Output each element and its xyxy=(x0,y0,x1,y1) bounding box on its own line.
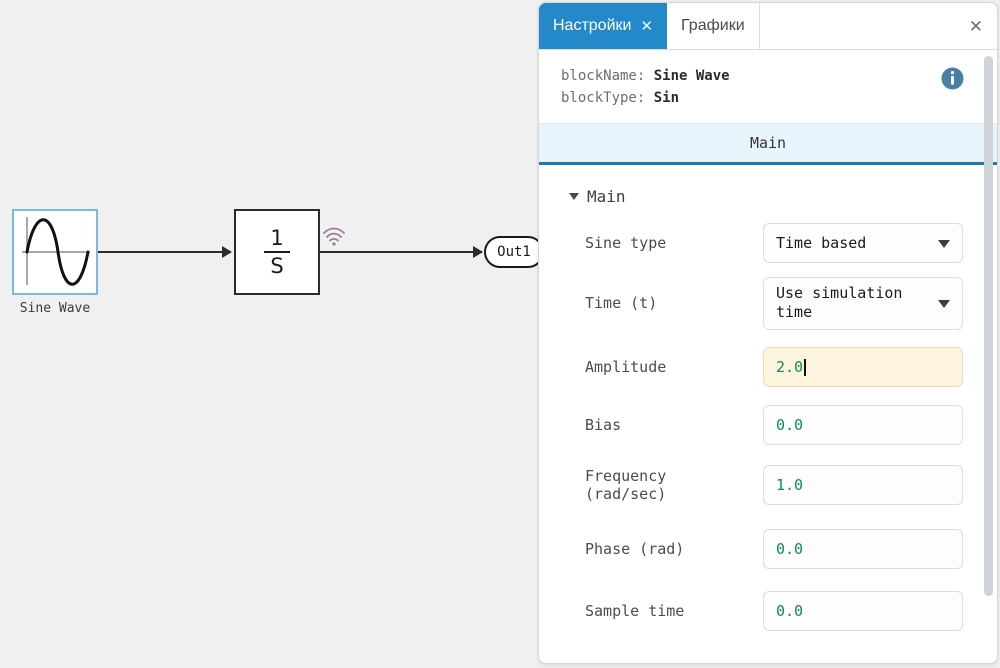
bias-value: 0.0 xyxy=(776,415,804,434)
block-out1-label: Out1 xyxy=(497,244,531,260)
scrollbar-thumb[interactable] xyxy=(984,56,993,596)
field-control-amplitude: 2.0 xyxy=(763,347,963,388)
group-header-main[interactable]: Main xyxy=(539,165,997,216)
frequency-input[interactable]: 1.0 xyxy=(763,465,963,506)
field-row-sine-type: Sine type Time based xyxy=(539,216,997,270)
arrowhead-out1-input xyxy=(473,246,483,258)
field-row-frequency: Frequency (rad/sec) 1.0 xyxy=(539,452,997,518)
field-control-frequency: 1.0 xyxy=(763,465,963,506)
scrollbar-track[interactable] xyxy=(984,56,993,657)
meta-line-block-name: blockName: Sine Wave xyxy=(561,66,977,88)
meta-label-block-type: blockType: xyxy=(561,89,654,106)
phase-input[interactable]: 0.0 xyxy=(763,529,963,570)
sample-time-input[interactable]: 0.0 xyxy=(763,591,963,632)
field-label-sine-type: Sine type xyxy=(585,234,667,252)
integrator-numerator: 1 xyxy=(270,225,284,250)
chevron-down-icon[interactable] xyxy=(938,300,950,309)
field-row-phase: Phase (rad) 0.0 xyxy=(539,518,997,580)
field-control-sine-type: Time based xyxy=(763,223,963,264)
block-integrator[interactable]: 1 S xyxy=(234,209,320,295)
text-cursor xyxy=(804,358,807,376)
field-control-phase: 0.0 xyxy=(763,529,963,570)
section-tabbar: Main xyxy=(539,123,997,166)
tab-settings-close-icon[interactable]: ✕ xyxy=(640,19,653,34)
field-label-time-t: Time (t) xyxy=(585,294,658,312)
frequency-value: 1.0 xyxy=(776,475,804,494)
wire-sine-to-integrator xyxy=(98,251,222,253)
arrowhead-integrator-input xyxy=(222,246,232,258)
amplitude-input[interactable]: 2.0 xyxy=(763,347,963,388)
field-label-bias: Bias xyxy=(585,416,622,434)
meta-value-block-name: Sine Wave xyxy=(653,68,730,84)
properties-panel: Настройки ✕ Графики ✕ blockName: Sine Wa… xyxy=(538,2,998,664)
group-header-label: Main xyxy=(587,187,626,207)
time-t-value: Use simulation time xyxy=(776,283,903,322)
tab-plots[interactable]: Графики xyxy=(667,3,760,49)
bias-input[interactable]: 0.0 xyxy=(763,405,963,446)
tab-settings-label: Настройки xyxy=(553,17,632,34)
integrator-denominator: S xyxy=(270,254,284,278)
tab-settings[interactable]: Настройки ✕ xyxy=(539,3,668,49)
settings-form: Main Sine type Time based Time (t) Use s… xyxy=(539,165,997,663)
field-row-time-t: Time (t) Use simulation time xyxy=(539,270,997,336)
field-row-sample-time: Sample time 0.0 xyxy=(539,580,997,642)
close-icon[interactable]: ✕ xyxy=(969,18,983,35)
block-out1[interactable]: Out1 xyxy=(484,236,544,268)
tab-plots-label: Графики xyxy=(681,17,745,34)
info-icon[interactable] xyxy=(941,67,964,90)
amplitude-value: 2.0 xyxy=(776,357,804,376)
field-row-bias: Bias 0.0 xyxy=(539,398,997,452)
integrator-fraction-bar xyxy=(264,251,290,253)
sample-time-value: 0.0 xyxy=(776,601,804,620)
tabbar-filler: ✕ xyxy=(759,3,997,49)
meta-label-block-name: blockName: xyxy=(561,68,654,84)
time-t-select[interactable]: Use simulation time xyxy=(763,276,963,330)
sine-type-select[interactable]: Time based xyxy=(763,223,963,264)
sine-type-value: Time based xyxy=(776,233,867,252)
field-control-time-t: Use simulation time xyxy=(763,276,963,330)
meta-value-block-type: Sin xyxy=(653,89,680,106)
block-meta-info: blockName: Sine Wave blockType: Sin xyxy=(539,50,997,123)
phase-value: 0.0 xyxy=(776,539,804,558)
field-label-amplitude: Amplitude xyxy=(585,358,667,376)
field-control-sample-time: 0.0 xyxy=(763,591,963,632)
wire-integrator-to-out1 xyxy=(320,251,482,253)
block-label-sine-wave: Sine Wave xyxy=(19,301,91,316)
field-row-amplitude: Amplitude 2.0 xyxy=(539,336,997,398)
field-label-phase: Phase (rad) xyxy=(585,540,685,558)
block-sine-wave[interactable] xyxy=(12,209,98,295)
panel-tabbar: Настройки ✕ Графики ✕ xyxy=(539,3,997,50)
meta-line-block-type: blockType: Sin xyxy=(561,88,977,110)
section-tab-main[interactable]: Main xyxy=(750,134,786,152)
chevron-down-icon[interactable] xyxy=(938,240,950,249)
field-label-sample-time: Sample time xyxy=(585,602,685,620)
chevron-down-icon xyxy=(569,193,579,201)
field-label-frequency: Frequency (rad/sec) xyxy=(585,466,667,504)
field-control-bias: 0.0 xyxy=(763,405,963,446)
sine-wave-icon xyxy=(14,211,96,293)
panel-scrollbar[interactable] xyxy=(980,50,997,663)
wifi-signal-icon xyxy=(321,225,347,247)
